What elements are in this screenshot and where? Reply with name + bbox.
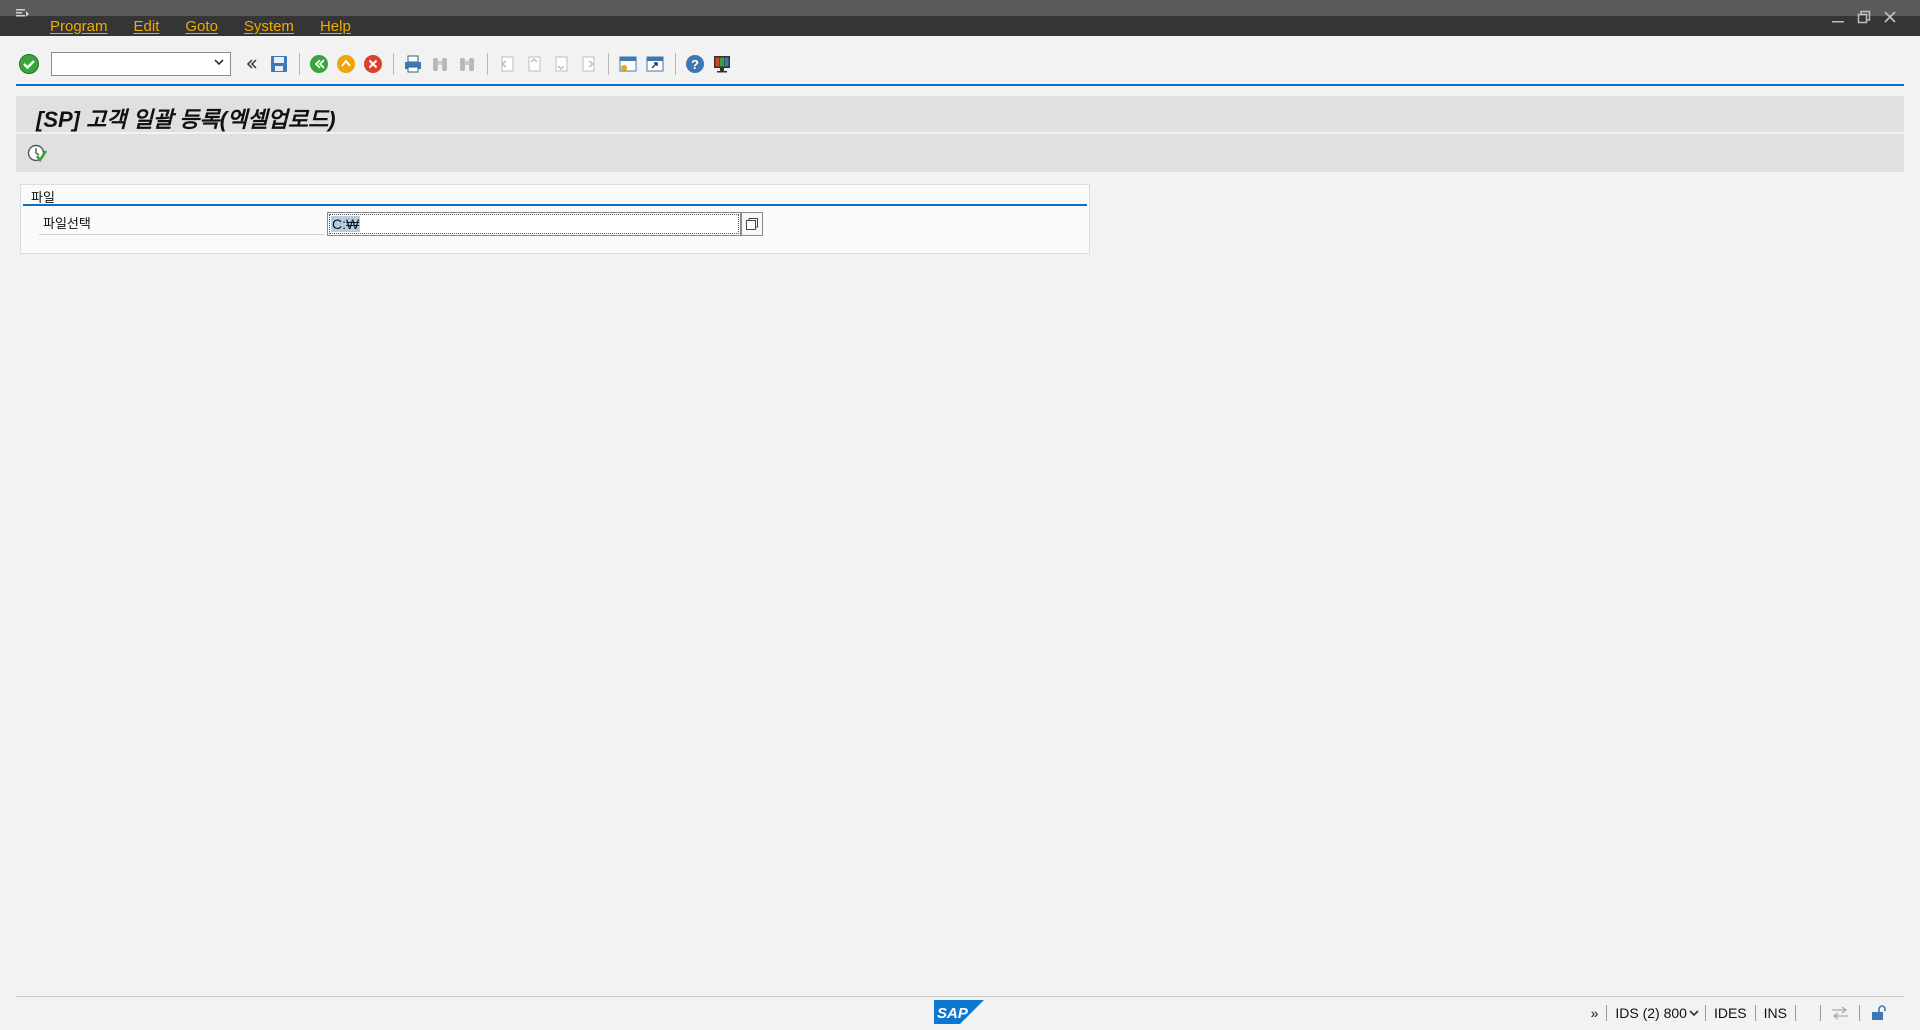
print-icon [405,55,421,73]
minimize-icon[interactable] [1830,10,1846,29]
file-group-box: 파일 파일선택 C:₩ [20,184,1090,254]
help-icon: ? [686,55,704,73]
status-separator [1795,1005,1796,1021]
shortcut-icon [646,56,664,72]
cancel-icon [364,55,382,73]
help-button[interactable]: ? [682,51,708,77]
menu-goto[interactable]: Goto [185,18,218,35]
enter-button[interactable] [16,51,42,77]
print-button[interactable] [400,51,426,77]
toolbar-separator [299,53,300,75]
file-browse-button[interactable] [741,212,763,236]
create-shortcut-button[interactable] [642,51,668,77]
execute-icon [27,144,48,163]
file-select-label: 파일선택 [39,214,325,235]
monitor-icon [714,56,730,73]
menu-system[interactable]: System [244,18,294,35]
exit-icon [337,55,355,73]
status-bar: » IDS (2) 800 IDES INS [1583,1002,1892,1024]
chevron-down-icon[interactable] [214,56,224,70]
system-info: IDS (2) 800 [1615,1005,1687,1021]
collapse-toolbar-button[interactable] [239,51,265,77]
toolbar-divider [16,84,1904,86]
menu-program[interactable]: Program [50,18,108,35]
standard-toolbar: ? [16,46,736,82]
connection-status-icon[interactable] [1827,1003,1853,1023]
server-name: IDES [1713,1005,1747,1021]
previous-page-button[interactable] [521,51,547,77]
application-toolbar [16,134,1904,172]
file-path-input[interactable]: C:₩ [327,212,741,236]
restore-icon[interactable] [1856,10,1872,29]
window-controls [1830,10,1898,29]
title-bar: [SP] 고객 일괄 등록(엑셀업로드) [16,96,1904,132]
find-button[interactable] [427,51,453,77]
save-button[interactable] [266,51,292,77]
menu-bar: Program Edit Goto System Help [0,9,1920,36]
sap-logo: SAP [934,1000,984,1024]
input-mode: INS [1763,1005,1787,1021]
find-next-button[interactable] [454,51,480,77]
double-chevron-left-icon [246,59,257,69]
value-help-icon [746,218,758,230]
status-expand-button[interactable]: » [1583,1005,1607,1021]
page-title: [SP] 고객 일괄 등록(엑셀업로드) [36,107,336,132]
save-icon [271,56,287,72]
new-session-icon [619,56,637,72]
menu-help[interactable]: Help [320,18,351,35]
previous-page-icon [528,56,541,72]
first-page-button[interactable] [494,51,520,77]
status-separator [1820,1005,1821,1021]
lock-icon[interactable] [1866,1003,1892,1023]
svg-text:SAP: SAP [937,1005,969,1022]
next-page-icon [555,56,568,72]
binoculars-plus-icon [460,58,474,71]
toolbar-separator [487,53,488,75]
next-page-button[interactable] [548,51,574,77]
chevron-down-icon[interactable] [1689,1005,1699,1021]
exit-button[interactable] [333,51,359,77]
binoculars-icon [433,58,447,71]
toolbar-separator [675,53,676,75]
back-icon [310,55,328,73]
customize-layout-button[interactable] [709,51,735,77]
svg-text:?: ? [691,57,699,72]
status-divider [16,996,1904,997]
back-button[interactable] [306,51,332,77]
last-page-button[interactable] [575,51,601,77]
status-separator [1859,1005,1860,1021]
group-title-underline [23,204,1087,206]
first-page-icon [500,56,514,72]
last-page-icon [582,56,595,72]
close-icon[interactable] [1882,10,1898,29]
execute-button[interactable] [24,140,50,166]
system-menu-icon[interactable] [10,9,36,29]
command-field[interactable] [51,52,231,76]
window-top-strip [0,0,1920,16]
menu-edit[interactable]: Edit [134,18,160,35]
create-session-button[interactable] [615,51,641,77]
checkmark-icon [19,54,39,74]
cancel-button[interactable] [360,51,386,77]
toolbar-separator [608,53,609,75]
toolbar-separator [393,53,394,75]
file-path-value: C:₩ [331,216,361,232]
